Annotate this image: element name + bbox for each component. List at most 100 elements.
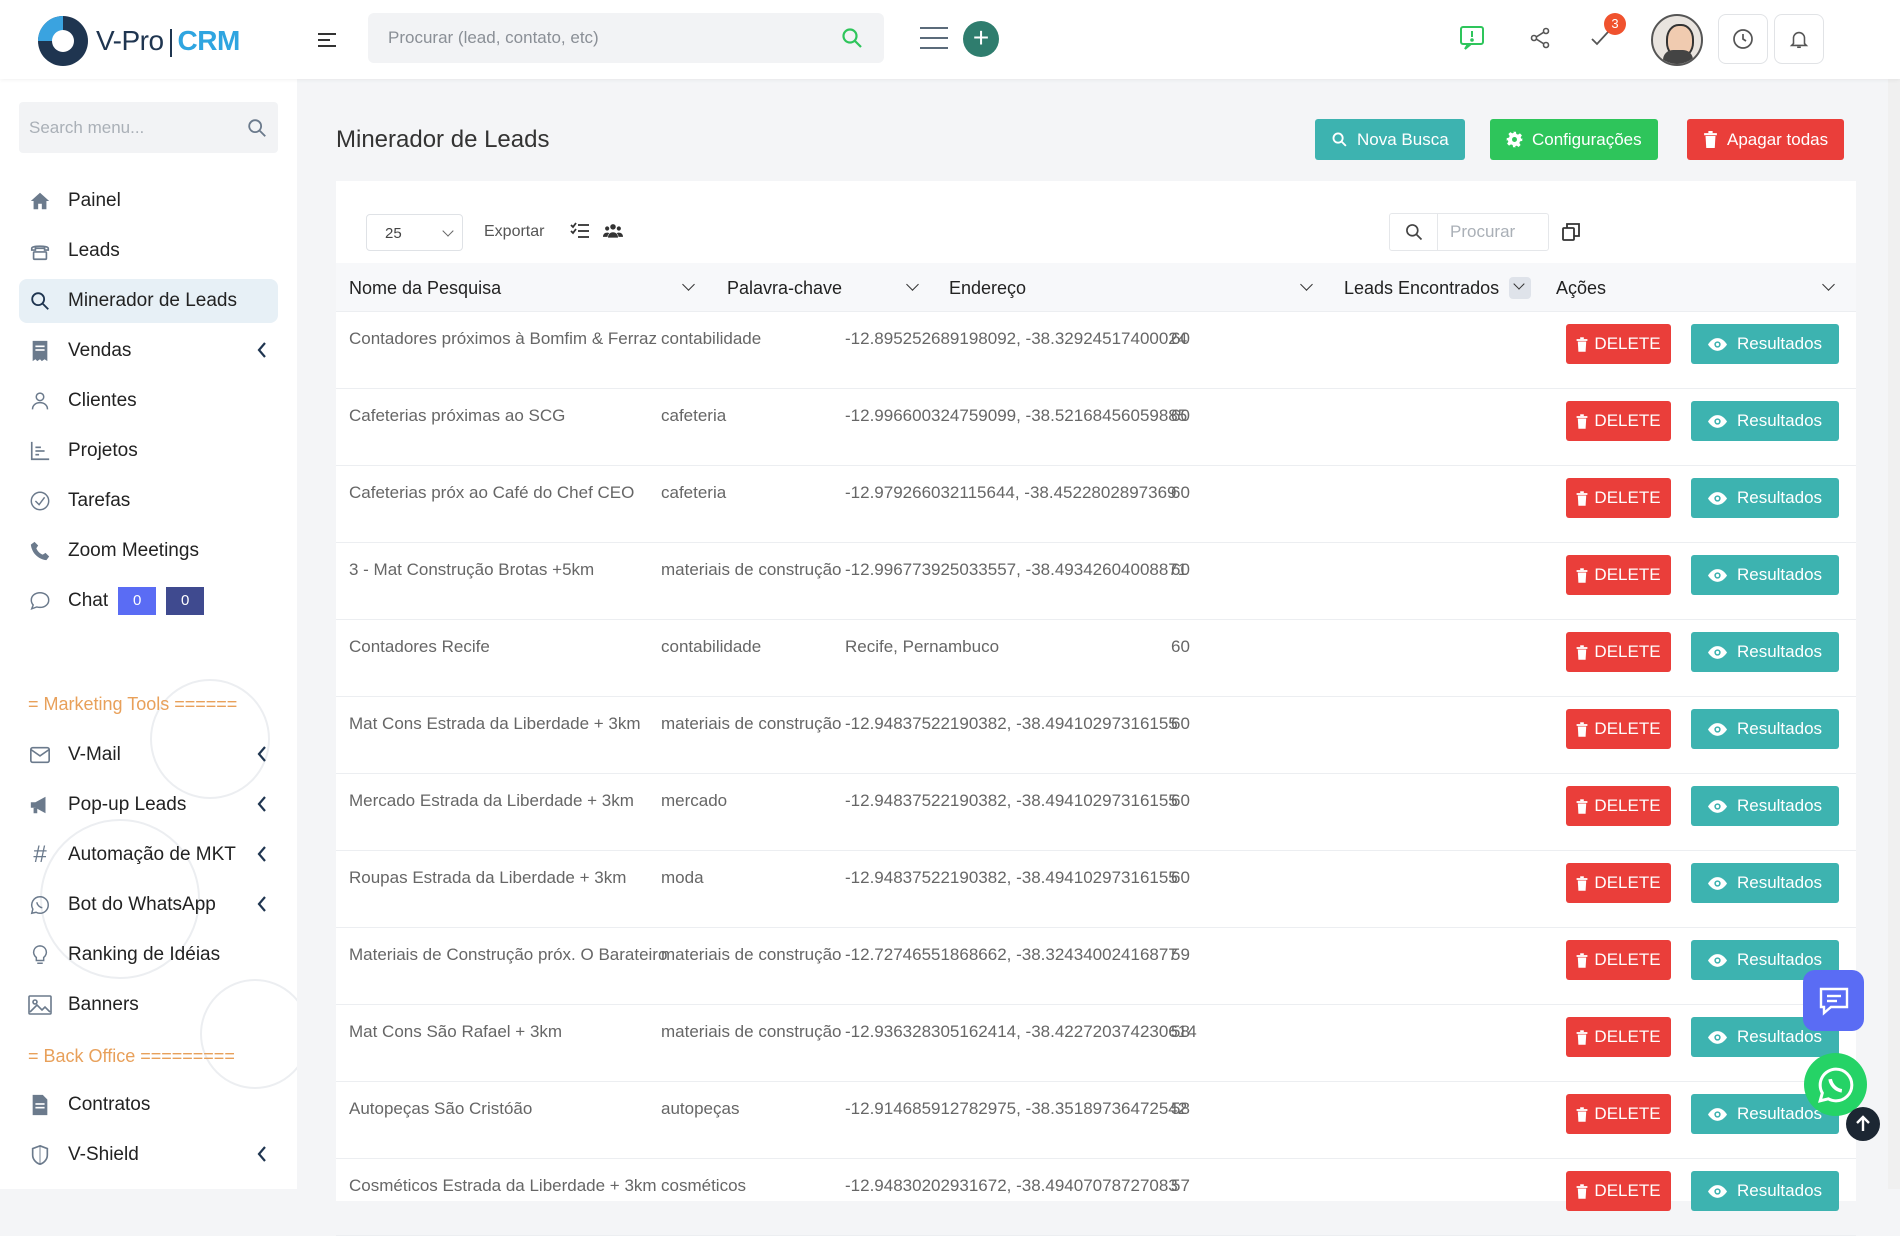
logo-text: V-Pro CRM [96, 25, 240, 57]
sidebar-item-vmail[interactable]: V-Mail [0, 733, 297, 777]
share-icon[interactable] [1524, 22, 1556, 54]
sidebar-item-label: V-Shield [68, 1144, 139, 1165]
sidebar-item-clientes[interactable]: Clientes [0, 379, 297, 423]
results-button[interactable]: Resultados [1691, 709, 1839, 749]
chevron-left-icon[interactable] [257, 895, 267, 913]
cell-palavra: contabilidade [661, 637, 762, 656]
chevron-left-icon[interactable] [257, 845, 267, 863]
search-icon[interactable] [840, 26, 864, 50]
sidebar-item-label: Bot do WhatsApp [68, 894, 216, 915]
section-backoffice-heading: = Back Office ========= [28, 1046, 235, 1066]
results-card: 25 Exportar Procurar Nome da Pesquisa Pa… [336, 181, 1856, 1236]
phone-desk-icon [28, 239, 52, 263]
global-search-input[interactable]: Procurar (lead, contato, etc) [368, 13, 884, 63]
sidebar-item-label: Vendas [68, 340, 132, 361]
sidebar-item-leads[interactable]: Leads [0, 229, 297, 273]
sidebar-item-minerador[interactable]: Minerador de Leads [19, 279, 278, 323]
whatsapp-button[interactable] [1804, 1053, 1867, 1116]
cell-palavra: mercado [661, 791, 728, 810]
cell-leads: 60 [1171, 560, 1190, 579]
delete-all-button[interactable]: Apagar todas [1687, 119, 1845, 160]
delete-label: DELETE [1594, 1181, 1661, 1200]
results-button[interactable]: Resultados [1691, 1171, 1839, 1211]
cell-endereco: -12.996773925033557, -38.49342604008871 [845, 560, 1188, 579]
mail-icon [28, 743, 52, 767]
clock-button[interactable] [1718, 14, 1768, 64]
avatar[interactable] [1651, 14, 1703, 66]
delete-button[interactable]: DELETE [1566, 786, 1671, 826]
sidebar-item-chat[interactable]: Chat 0 0 [0, 579, 297, 623]
sidebar-item-popup-leads[interactable]: Pop-up Leads [0, 783, 297, 827]
sidebar-item-label: Contratos [68, 1094, 151, 1115]
column-header-palavra[interactable]: Palavra-chave [727, 278, 842, 299]
chevron-left-icon[interactable] [257, 745, 267, 763]
page-size-select[interactable]: 25 [366, 214, 463, 251]
sidebar-item-contratos[interactable]: Contratos [0, 1083, 297, 1127]
scroll-top-button[interactable] [1846, 1107, 1880, 1141]
sidebar: Search menu... Painel Leads Minerador de… [0, 79, 297, 1189]
sidebar-item-painel[interactable]: Painel [0, 179, 297, 223]
delete-button[interactable]: DELETE [1566, 709, 1671, 749]
search-icon[interactable] [246, 117, 268, 139]
delete-button[interactable]: DELETE [1566, 401, 1671, 441]
table-search-input[interactable]: Procurar [1389, 213, 1549, 251]
column-header-endereco[interactable]: Endereço [949, 278, 1026, 299]
delete-button[interactable]: DELETE [1566, 863, 1671, 903]
sort-icon[interactable] [682, 278, 695, 291]
delete-button[interactable]: DELETE [1566, 632, 1671, 672]
delete-button[interactable]: DELETE [1566, 1017, 1671, 1057]
menu-toggle-icon[interactable] [318, 33, 336, 51]
delete-button[interactable]: DELETE [1566, 1171, 1671, 1211]
cell-leads: 60 [1171, 483, 1190, 502]
eye-icon [1707, 722, 1727, 736]
results-button[interactable]: Resultados [1691, 863, 1839, 903]
sidebar-item-vshield[interactable]: V-Shield [0, 1133, 297, 1177]
check-circle-icon [28, 489, 52, 513]
delete-button[interactable]: DELETE [1566, 478, 1671, 518]
column-header-nome[interactable]: Nome da Pesquisa [349, 278, 501, 299]
sidebar-item-label: Ranking de Idéias [68, 944, 221, 965]
export-button[interactable]: Exportar [484, 223, 544, 241]
menu-search-input[interactable]: Search menu... [19, 102, 278, 153]
sidebar-item-automacao[interactable]: # Automação de MKT [0, 833, 297, 877]
results-button[interactable]: Resultados [1691, 324, 1839, 364]
sidebar-item-banners[interactable]: Banners [0, 983, 297, 1027]
results-button[interactable]: Resultados [1691, 632, 1839, 672]
sort-icon[interactable] [906, 278, 919, 291]
results-button[interactable]: Resultados [1691, 478, 1839, 518]
feedback-icon[interactable] [1456, 22, 1488, 54]
sidebar-item-vendas[interactable]: Vendas [0, 329, 297, 373]
sidebar-item-zoom[interactable]: Zoom Meetings [0, 529, 297, 573]
new-search-button[interactable]: Nova Busca [1315, 119, 1465, 160]
sort-icon[interactable] [1300, 278, 1313, 291]
settings-button[interactable]: Configurações [1490, 119, 1658, 160]
copy-icon[interactable] [1562, 223, 1580, 241]
chevron-left-icon[interactable] [257, 341, 267, 359]
plus-icon[interactable]: + [963, 21, 999, 57]
sidebar-item-ranking[interactable]: Ranking de Idéias [0, 933, 297, 977]
column-header-leads[interactable]: Leads Encontrados [1344, 278, 1499, 299]
support-chat-button[interactable] [1803, 970, 1864, 1031]
chevron-left-icon[interactable] [257, 1145, 267, 1163]
delete-button[interactable]: DELETE [1566, 555, 1671, 595]
delete-button[interactable]: DELETE [1566, 940, 1671, 980]
logo[interactable]: V-Pro CRM [38, 16, 240, 66]
sidebar-item-bot-whatsapp[interactable]: Bot do WhatsApp [0, 883, 297, 927]
cell-leads: 58 [1171, 1099, 1190, 1118]
notifications-button[interactable] [1774, 14, 1824, 64]
results-button[interactable]: Resultados [1691, 401, 1839, 441]
sort-active-indicator[interactable] [1509, 277, 1531, 299]
sidebar-item-projetos[interactable]: Projetos [0, 429, 297, 473]
results-button[interactable]: Resultados [1691, 555, 1839, 595]
list-icon[interactable] [920, 27, 948, 57]
sort-icon[interactable] [1822, 278, 1835, 291]
list-check-icon[interactable] [570, 222, 590, 240]
chevron-left-icon[interactable] [257, 795, 267, 813]
scrollbar[interactable] [1888, 79, 1900, 1189]
users-icon[interactable] [603, 222, 623, 240]
sidebar-item-tarefas[interactable]: Tarefas [0, 479, 297, 523]
delete-button[interactable]: DELETE [1566, 1094, 1671, 1134]
delete-button[interactable]: DELETE [1566, 324, 1671, 364]
results-button[interactable]: Resultados [1691, 786, 1839, 826]
top-bar: V-Pro CRM Procurar (lead, contato, etc) +… [0, 0, 1900, 79]
